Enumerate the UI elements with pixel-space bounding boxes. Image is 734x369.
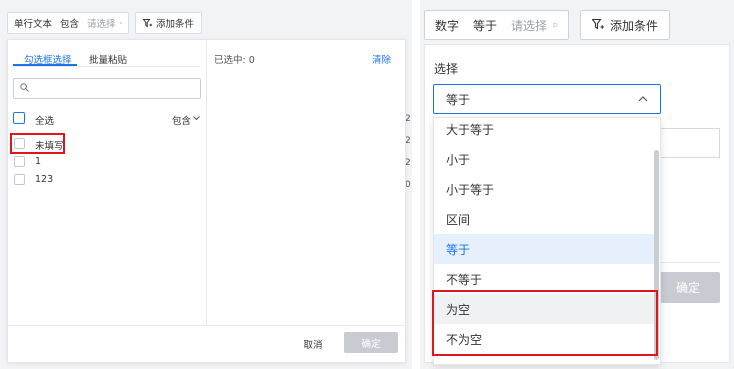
condition-operator: 包含 bbox=[60, 19, 80, 30]
operator-select-value: 等于 bbox=[446, 92, 471, 107]
match-mode-dropdown[interactable]: 包含 bbox=[172, 113, 191, 127]
clear-link[interactable]: 清除 bbox=[372, 52, 391, 66]
screenshot-root: 单行文本 包含 请选择 添加条件 2 2 2 0 勾选框选择 批量粘贴 已选中:… bbox=[0, 0, 734, 369]
select-all-checkbox[interactable] bbox=[13, 112, 25, 124]
chevron-up-icon bbox=[638, 96, 648, 102]
add-condition-label: 添加条件 bbox=[609, 18, 658, 33]
filter-add-icon bbox=[142, 18, 152, 27]
left-filter-condition[interactable]: 单行文本 包含 请选择 bbox=[7, 12, 129, 34]
search-input[interactable] bbox=[13, 78, 201, 99]
tab-active-indicator bbox=[13, 64, 77, 66]
column-divider bbox=[206, 39, 207, 325]
tab-batch-paste[interactable]: 批量粘贴 bbox=[89, 52, 127, 66]
option-gte[interactable]: 大于等于 bbox=[434, 118, 655, 144]
right-add-condition-button[interactable]: 添加条件 bbox=[580, 10, 670, 40]
footer-divider bbox=[7, 325, 406, 326]
left-add-condition-button[interactable]: 添加条件 bbox=[135, 12, 202, 34]
condition-field: 单行文本 bbox=[14, 19, 53, 30]
chevron-down-icon bbox=[193, 116, 200, 121]
match-mode-label: 包含 bbox=[172, 116, 192, 127]
item-checkbox[interactable] bbox=[14, 156, 25, 167]
list-filter-icon bbox=[119, 22, 122, 24]
condition-operator: 等于 bbox=[473, 18, 498, 33]
footer-divider bbox=[660, 262, 720, 263]
section-title: 选择 bbox=[434, 62, 459, 76]
value-input[interactable] bbox=[660, 128, 720, 158]
confirm-button[interactable]: 确定 bbox=[344, 332, 398, 353]
search-icon bbox=[20, 83, 29, 92]
add-condition-label: 添加条件 bbox=[155, 19, 194, 30]
list-filter-icon bbox=[553, 22, 558, 28]
tab-divider bbox=[13, 66, 200, 67]
condition-value-placeholder: 请选择 bbox=[87, 19, 116, 30]
option-lte[interactable]: 小于等于 bbox=[434, 174, 655, 204]
cancel-button[interactable]: 取消 bbox=[296, 334, 330, 354]
condition-value-placeholder: 请选择 bbox=[511, 18, 548, 33]
item-label: 1 bbox=[35, 156, 42, 167]
item-checkbox[interactable] bbox=[14, 174, 25, 185]
option-range[interactable]: 区间 bbox=[434, 204, 655, 234]
operator-select[interactable]: 等于 bbox=[433, 84, 661, 114]
highlight-box-empty-options bbox=[432, 290, 658, 356]
option-eq[interactable]: 等于 bbox=[434, 234, 655, 264]
select-all-label: 全选 bbox=[35, 116, 55, 127]
condition-field: 数字 bbox=[435, 18, 460, 33]
option-lt[interactable]: 小于 bbox=[434, 144, 655, 174]
item-label: 未填写 bbox=[35, 141, 64, 152]
confirm-button[interactable]: 确定 bbox=[656, 272, 720, 303]
right-filter-condition[interactable]: 数字 等于 请选择 bbox=[424, 10, 569, 40]
filter-add-icon bbox=[591, 19, 604, 30]
item-label: 123 bbox=[35, 174, 54, 185]
item-checkbox[interactable] bbox=[14, 138, 25, 149]
selected-count: 已选中: 0 bbox=[214, 55, 255, 66]
